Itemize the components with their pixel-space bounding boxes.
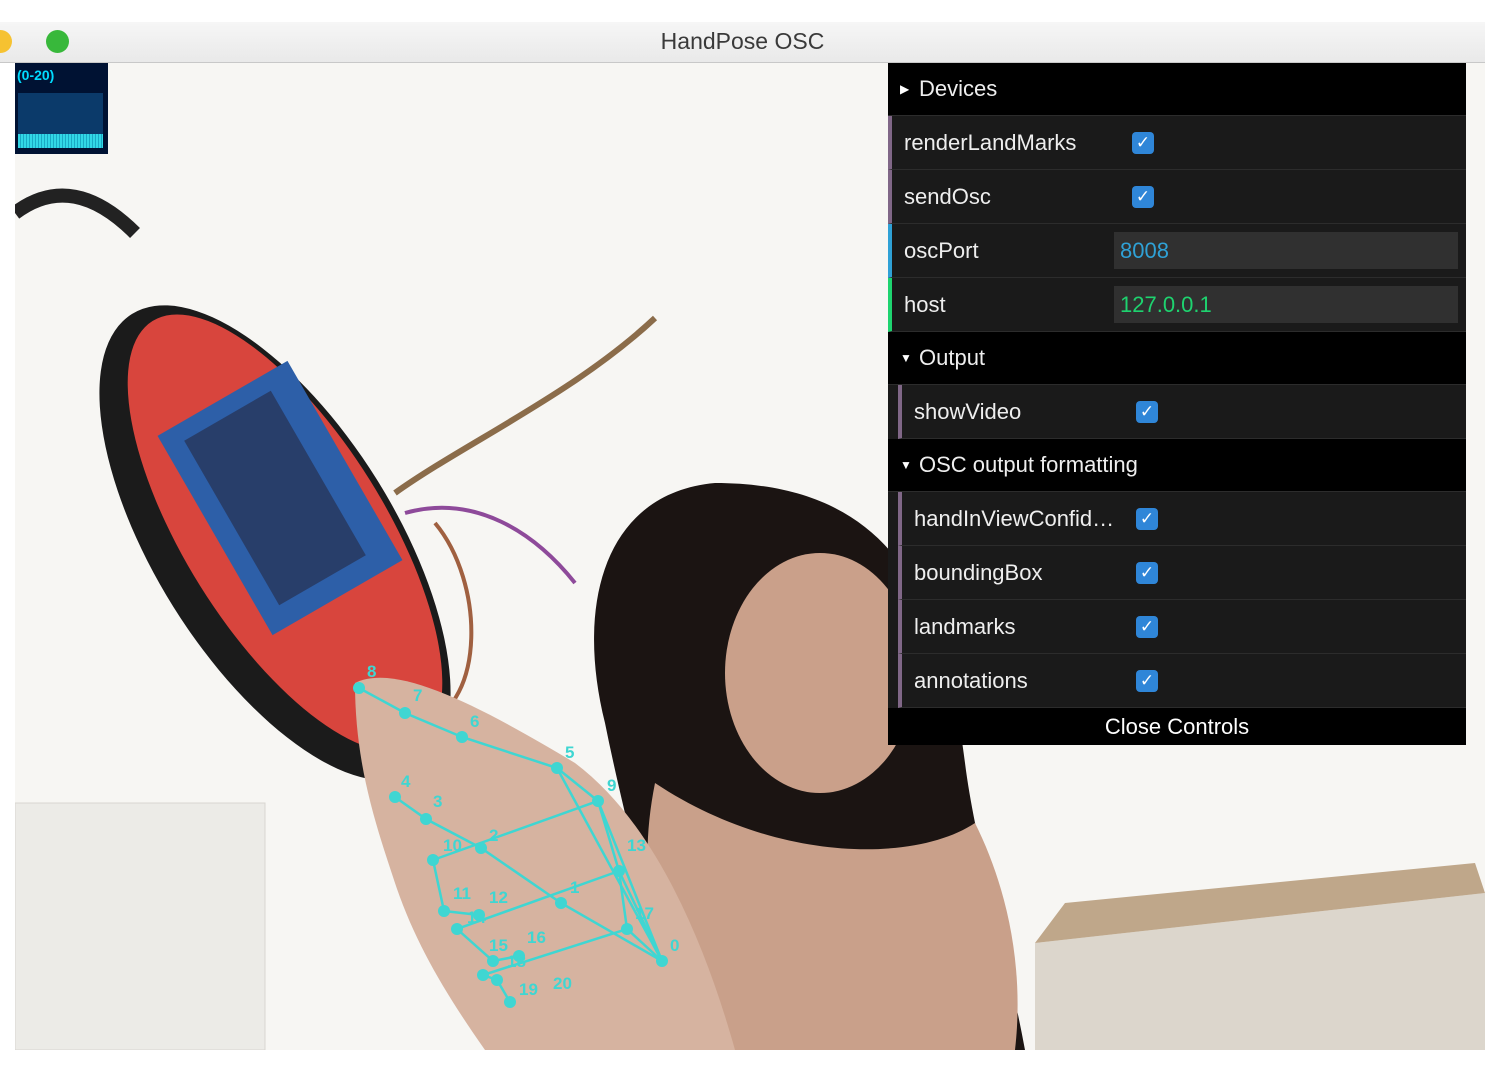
folder-output[interactable]: ▼ Output [888,332,1466,385]
landmark-label-1: 1 [570,878,579,897]
window-titlebar: HandPose OSC [0,22,1485,63]
checkmark-icon: ✓ [1139,563,1155,582]
landmark-label-15: 15 [489,936,508,955]
landmark-label-3: 3 [433,792,442,811]
checkmark-icon: ✓ [1139,402,1155,421]
close-controls-button[interactable]: Close Controls [888,708,1466,745]
control-label: annotations [914,668,1028,693]
control-label: boundingBox [914,560,1043,585]
triangle-down-icon: ▼ [900,458,912,472]
stats-graph-bars [18,134,103,148]
landmark-label-0: 0 [670,936,679,955]
annotations-checkbox[interactable]: ✓ [1136,670,1158,692]
checkmark-icon: ✓ [1139,671,1155,690]
landmark-label-2: 2 [489,826,498,845]
folder-devices[interactable]: ▶ Devices [888,63,1466,116]
control-host: host 127.0.0.1 [888,278,1466,332]
control-handinviewconfidence[interactable]: handInViewConfid… ✓ [898,492,1466,546]
control-label: host [904,292,946,317]
landmark-label-9: 9 [607,776,616,795]
control-label: landmarks [914,614,1016,639]
controls-panel: ▶ Devices renderLandMarks ✓ sendOsc ✓ os… [888,63,1466,745]
renderlandmarks-checkbox[interactable]: ✓ [1132,132,1154,154]
landmark-label-7: 7 [413,686,422,705]
landmark-label-6: 6 [470,712,479,731]
landmark-label-18: 18 [507,952,526,971]
landmark-label-12: 12 [489,888,508,907]
control-landmarks[interactable]: landmarks ✓ [898,600,1466,654]
landmark-label-17: 17 [635,904,654,923]
control-renderlandmarks[interactable]: renderLandMarks ✓ [888,116,1466,170]
control-annotations[interactable]: annotations ✓ [898,654,1466,708]
landmarks-checkbox[interactable]: ✓ [1136,616,1158,638]
control-label: sendOsc [904,184,991,209]
showvideo-checkbox[interactable]: ✓ [1136,401,1158,423]
checkmark-icon: ✓ [1139,509,1155,528]
landmark-label-10: 10 [443,836,462,855]
landmark-label-13: 13 [627,836,646,855]
handinviewconfidence-checkbox[interactable]: ✓ [1136,508,1158,530]
landmark-label-11: 11 [453,884,471,903]
landmark-label-4: 4 [401,772,411,791]
host-input[interactable]: 127.0.0.1 [1114,286,1458,323]
triangle-down-icon: ▼ [900,351,912,365]
landmark-label-19: 19 [519,980,538,999]
landmark-label-8: 8 [367,662,376,681]
folder-output-content: showVideo ✓ [888,385,1466,439]
stats-panel[interactable]: (0-20) [15,63,108,154]
landmark-label-20: 20 [553,974,572,993]
control-showvideo[interactable]: showVideo ✓ [898,385,1466,439]
checkmark-icon: ✓ [1139,617,1155,636]
control-sendosc[interactable]: sendOsc ✓ [888,170,1466,224]
boundingbox-checkbox[interactable]: ✓ [1136,562,1158,584]
stats-label: (0-20) [17,67,55,83]
window-title: HandPose OSC [660,28,825,54]
control-label: renderLandMarks [904,130,1077,155]
folder-output-label: Output [919,345,986,370]
landmark-label-5: 5 [565,743,574,762]
checkmark-icon: ✓ [1135,187,1151,206]
landmark-label-14: 14 [467,908,486,927]
control-label: showVideo [914,399,1022,424]
folder-osc-label: OSC output formatting [919,452,1138,477]
control-label: handInViewConfid… [914,506,1115,531]
triangle-right-icon: ▶ [900,82,910,96]
oscport-input[interactable]: 8008 [1114,232,1458,269]
stats-graph [18,93,103,148]
folder-osc-output-formatting[interactable]: ▼ OSC output formatting [888,439,1466,492]
sendosc-checkbox[interactable]: ✓ [1132,186,1154,208]
landmark-label-16: 16 [527,928,546,947]
control-label: oscPort [904,238,979,263]
checkmark-icon: ✓ [1135,133,1151,152]
folder-devices-label: Devices [919,76,998,101]
control-boundingbox[interactable]: boundingBox ✓ [898,546,1466,600]
folder-osc-content: handInViewConfid… ✓ boundingBox ✓ landma… [888,492,1466,708]
control-oscport: oscPort 8008 [888,224,1466,278]
